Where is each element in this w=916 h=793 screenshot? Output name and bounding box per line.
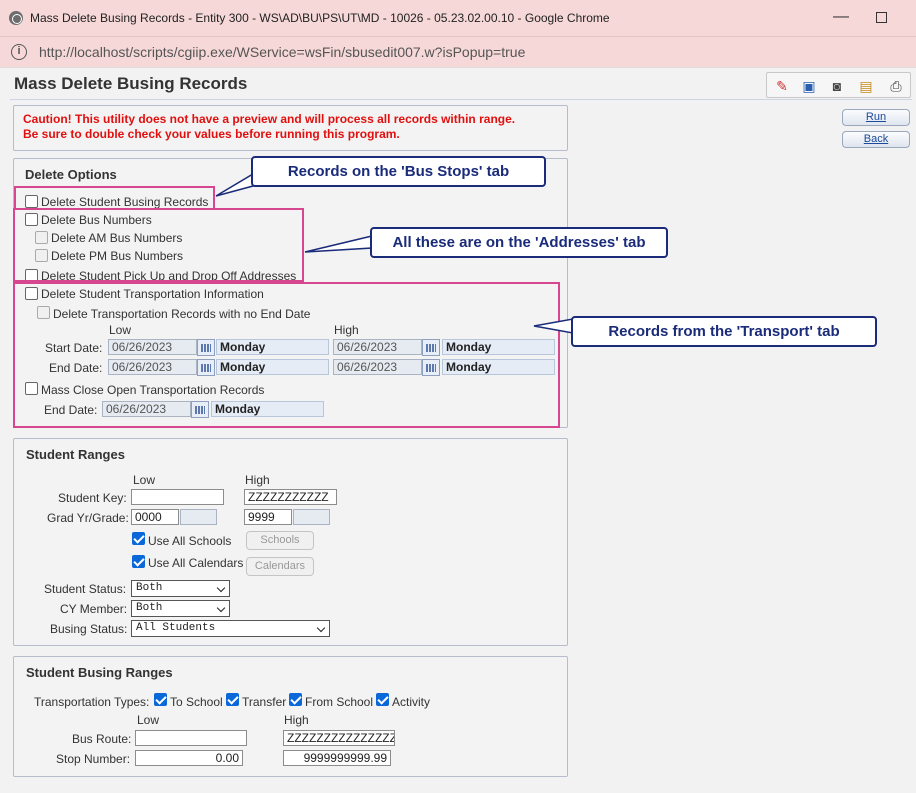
caution-line-2: Be sure to double check your values befo… (23, 127, 400, 141)
from-school-checkbox[interactable] (289, 693, 302, 706)
calendars-button[interactable]: Calendars (246, 557, 314, 576)
busing-status-select[interactable]: All Students (131, 620, 330, 637)
grad-low-input[interactable]: 0000 (131, 509, 179, 525)
use-all-calendars-label: Use All Calendars (148, 556, 244, 570)
annotation-box-bus-stops (14, 186, 215, 210)
stop-number-low-input[interactable]: 0.00 (135, 750, 243, 766)
monitor-icon[interactable]: ▣ (800, 78, 818, 94)
caution-panel: Caution! This utility does not have a pr… (13, 105, 568, 151)
busing-ranges-heading: Student Busing Ranges (26, 665, 173, 680)
activity-label: Activity (392, 695, 431, 709)
student-key-label: Student Key: (58, 491, 127, 505)
bus-route-high-input[interactable]: ZZZZZZZZZZZZZZZ (283, 730, 395, 746)
back-button[interactable]: Back (842, 131, 910, 148)
callout-bus-stops: Records on the 'Bus Stops' tab (251, 156, 546, 187)
callout-addresses: All these are on the 'Addresses' tab (370, 227, 668, 258)
address-bar: i http://localhost/scripts/cgiip.exe/WSe… (0, 37, 916, 68)
busing-high-header: High (284, 713, 309, 727)
grad-label: Grad Yr/Grade: (47, 511, 129, 525)
use-all-schools-label: Use All Schools (148, 534, 232, 548)
student-low-header: Low (133, 473, 156, 487)
busing-low-header: Low (137, 713, 160, 727)
student-ranges-heading: Student Ranges (26, 447, 125, 462)
stop-number-label: Stop Number: (56, 752, 131, 766)
student-key-low-input[interactable] (131, 489, 224, 505)
info-icon[interactable]: i (11, 44, 27, 60)
printer-icon[interactable]: ⎙ (887, 78, 905, 94)
run-report-icon[interactable]: ✎ (773, 78, 791, 94)
page-title: Mass Delete Busing Records (14, 74, 248, 93)
cy-member-select[interactable]: Both (131, 600, 230, 617)
student-status-label: Student Status: (44, 582, 127, 596)
transfer-checkbox[interactable] (226, 693, 239, 706)
busing-ranges-panel: Student Busing Ranges Transportation Typ… (13, 656, 568, 777)
grad-high-grade-input (293, 509, 330, 525)
globe-icon (9, 11, 23, 25)
window-title: Mass Delete Busing Records - Entity 300 … (30, 11, 610, 25)
busing-status-label: Busing Status: (50, 622, 128, 636)
activity-checkbox[interactable] (376, 693, 389, 706)
schools-button[interactable]: Schools (246, 531, 314, 550)
transfer-label: Transfer (242, 695, 287, 709)
run-button[interactable]: Run (842, 109, 910, 126)
student-high-header: High (245, 473, 270, 487)
student-status-select[interactable]: Both (131, 580, 230, 597)
camera-icon[interactable]: ◙ (828, 78, 846, 94)
minimize-icon[interactable]: — (833, 8, 849, 26)
bus-route-low-input[interactable] (135, 730, 247, 746)
student-key-high-input[interactable]: ZZZZZZZZZZZ (244, 489, 337, 505)
use-all-calendars-checkbox[interactable] (132, 555, 145, 568)
to-school-label: To School (170, 695, 223, 709)
maximize-icon[interactable] (876, 12, 887, 23)
toolbar: ✎ ▣ ◙ ▤ ⎙ (766, 72, 911, 98)
grad-high-input[interactable]: 9999 (244, 509, 292, 525)
url-text[interactable]: http://localhost/scripts/cgiip.exe/WServ… (39, 44, 525, 60)
use-all-schools-checkbox[interactable] (132, 532, 145, 545)
divider (10, 99, 912, 100)
caution-line-1: Caution! This utility does not have a pr… (23, 112, 516, 126)
grad-low-grade-input (180, 509, 217, 525)
stop-number-high-input[interactable]: 9999999999.99 (283, 750, 391, 766)
cy-member-label: CY Member: (60, 602, 128, 616)
to-school-checkbox[interactable] (154, 693, 167, 706)
clipboard-icon[interactable]: ▤ (857, 78, 875, 94)
callout-transport: Records from the 'Transport' tab (571, 316, 877, 347)
from-school-label: From School (305, 695, 374, 709)
browser-title-bar: Mass Delete Busing Records - Entity 300 … (0, 0, 916, 37)
bus-route-label: Bus Route: (72, 732, 132, 746)
student-ranges-panel: Student Ranges Low High Student Key: ZZZ… (13, 438, 568, 646)
transport-types-label: Transportation Types: (34, 695, 150, 709)
annotation-box-transport (13, 282, 560, 428)
delete-options-heading: Delete Options (25, 167, 117, 182)
annotation-box-addresses (13, 208, 304, 282)
